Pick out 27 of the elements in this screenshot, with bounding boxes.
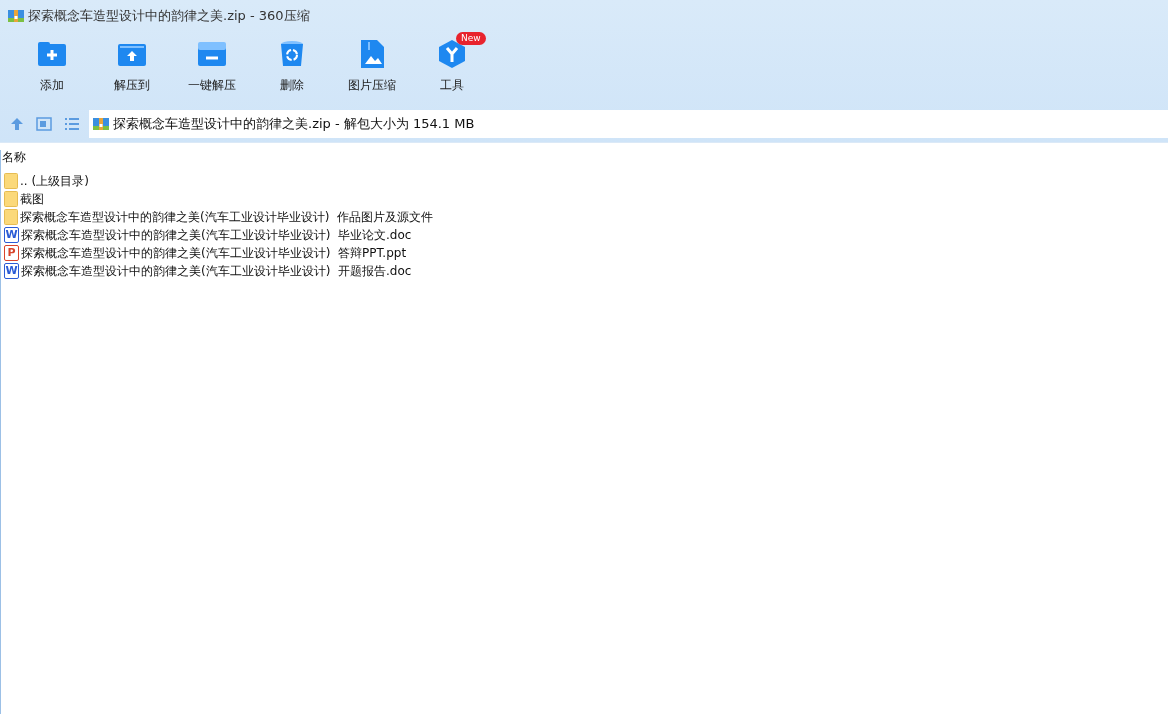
- word-document-icon: W: [4, 227, 19, 243]
- file-name[interactable]: 截图: [20, 190, 44, 208]
- window-title: 探索概念车造型设计中的韵律之美.zip - 360压缩: [28, 7, 310, 26]
- thumbnail-view-icon[interactable]: [36, 117, 52, 131]
- word-document-icon: W: [4, 263, 19, 279]
- toolbar-button[interactable]: 解压到: [92, 32, 172, 106]
- archive-icon: [93, 116, 109, 132]
- archive-icon: [8, 8, 24, 24]
- folder-icon: [4, 209, 18, 225]
- file-name[interactable]: 探索概念车造型设计中的韵律之美(汽车工业设计毕业设计) 开题报告.doc: [21, 262, 412, 280]
- toolbar-button[interactable]: 添加: [12, 32, 92, 106]
- list-view-icon[interactable]: [64, 117, 80, 131]
- file-name[interactable]: .. (上级目录): [20, 172, 89, 190]
- new-badge: New: [456, 32, 486, 45]
- file-name[interactable]: 探索概念车造型设计中的韵律之美(汽车工业设计毕业设计) 毕业论文.doc: [21, 226, 412, 244]
- toolbar-button[interactable]: 删除: [252, 32, 332, 106]
- toolbar-button[interactable]: 一键解压: [172, 32, 252, 106]
- file-name[interactable]: 探索概念车造型设计中的韵律之美(汽车工业设计毕业设计) 答辩PPT.ppt: [21, 244, 407, 262]
- address-field[interactable]: 探索概念车造型设计中的韵律之美.zip - 解包大小为 154.1 MB: [89, 110, 1168, 138]
- powerpoint-icon: P: [4, 245, 19, 261]
- column-header[interactable]: 名称: [1, 150, 1168, 164]
- folder-icon: [4, 191, 18, 207]
- folder-icon: [4, 173, 18, 189]
- file-name[interactable]: 探索概念车造型设计中的韵律之美(汽车工业设计毕业设计) 作品图片及源文件: [20, 208, 433, 226]
- toolbar-button[interactable]: 图片压缩: [332, 32, 412, 106]
- toolbar-button[interactable]: New 工具: [412, 32, 492, 106]
- up-arrow-icon[interactable]: [10, 117, 24, 131]
